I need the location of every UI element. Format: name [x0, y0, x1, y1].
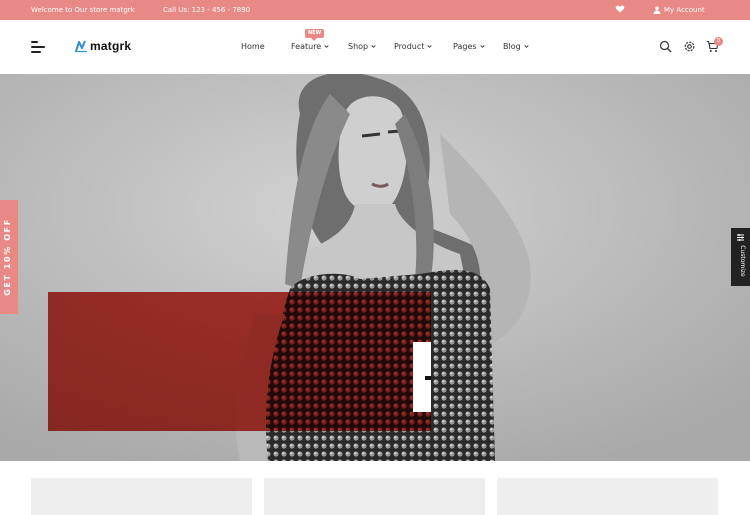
get-discount-tab[interactable]: GET 10% OFF	[0, 200, 18, 314]
hero-red-overlay	[48, 292, 431, 431]
hero-white-accent	[413, 342, 431, 412]
nav-shop-label: Shop	[348, 42, 369, 51]
logo-mark-icon	[75, 40, 87, 53]
settings-icon[interactable]	[683, 40, 696, 53]
chevron-down-icon	[427, 45, 432, 48]
chevron-down-icon	[524, 45, 529, 48]
welcome-text: Welcome to Our store matgrk	[31, 6, 135, 14]
logo-text: matgrk	[90, 39, 132, 53]
chevron-down-icon	[479, 45, 485, 48]
top-bar: Welcome to Our store matgrk Call Us: 123…	[0, 0, 750, 20]
promo-card[interactable]	[31, 478, 252, 515]
nav-product-label: Product	[394, 42, 425, 51]
hero-banner	[0, 74, 750, 461]
nav-shop[interactable]: Shop	[348, 42, 376, 51]
nav-feature-label: Feature	[291, 42, 322, 51]
cart-count-badge: 0	[714, 37, 723, 46]
nav-pages[interactable]: Pages	[453, 42, 485, 51]
nav-blog-label: Blog	[503, 42, 521, 51]
promo-card[interactable]	[497, 478, 718, 515]
heart-icon[interactable]	[615, 4, 625, 14]
nav-home[interactable]: Home	[241, 42, 265, 51]
customize-label: Customize	[739, 245, 746, 277]
call-us-text: Call Us: 123 - 456 - 7890	[163, 6, 251, 14]
main-header: matgrk Home Feature Shop Product Pages B…	[0, 20, 750, 74]
my-account-label: My Account	[664, 6, 705, 14]
promo-card[interactable]	[264, 478, 485, 515]
chevron-down-icon	[371, 45, 376, 48]
user-icon	[653, 6, 661, 14]
chevron-down-icon	[324, 45, 329, 48]
site-logo[interactable]: matgrk	[74, 39, 131, 53]
my-account-link[interactable]: My Account	[653, 6, 705, 14]
nav-blog[interactable]: Blog	[503, 42, 529, 51]
nav-product[interactable]: Product	[394, 42, 432, 51]
promo-cards-row	[0, 461, 750, 515]
customize-tab[interactable]: Customize	[731, 228, 750, 286]
nav-home-label: Home	[241, 42, 265, 51]
nav-pages-label: Pages	[453, 42, 477, 51]
new-badge: NEW	[305, 29, 325, 41]
get-discount-label: GET 10% OFF	[3, 218, 12, 296]
menu-toggle-icon[interactable]	[31, 41, 45, 53]
nav-feature[interactable]: Feature	[291, 42, 329, 51]
search-icon[interactable]	[659, 40, 672, 53]
